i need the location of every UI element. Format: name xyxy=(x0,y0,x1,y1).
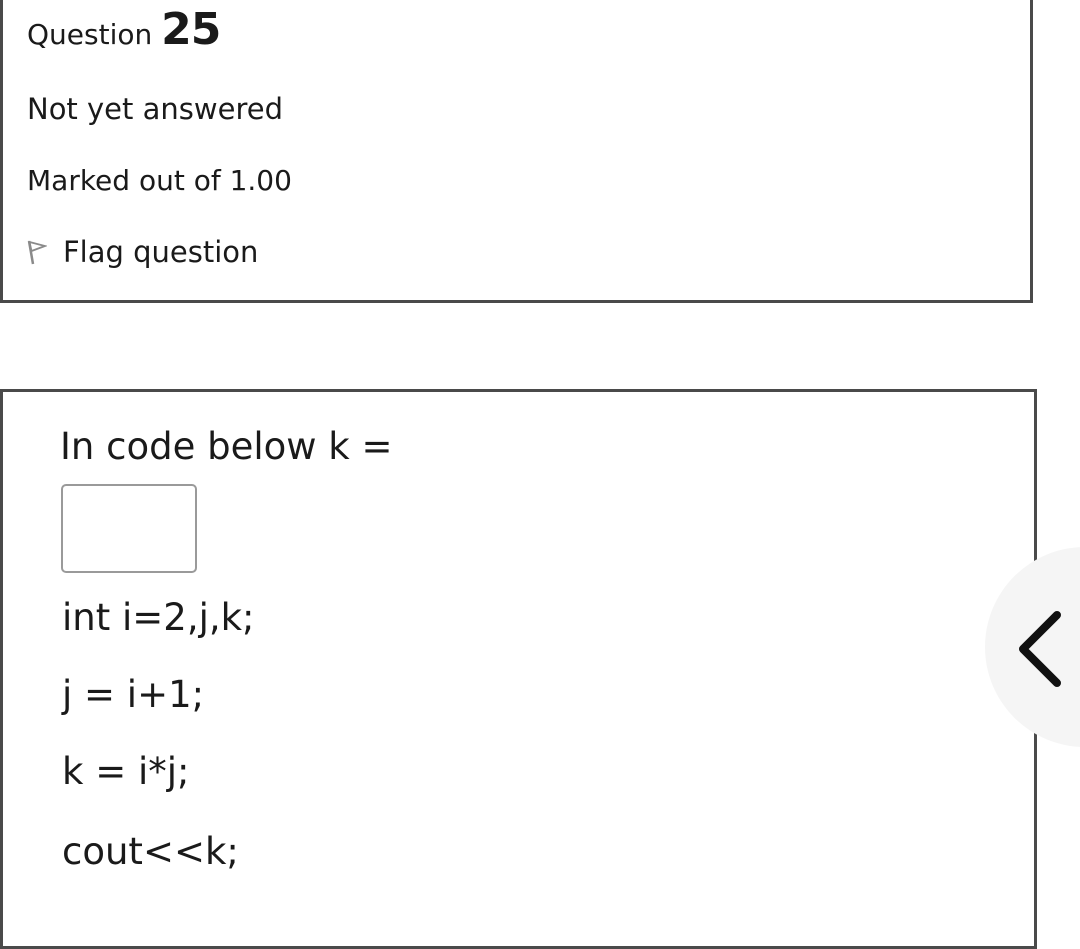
question-text: In code below k = xyxy=(60,425,393,468)
chevron-left-icon xyxy=(1019,611,1061,687)
code-line: cout<<k; xyxy=(62,830,239,873)
flag-question-label: Flag question xyxy=(63,235,259,269)
question-number-value: 25 xyxy=(161,4,221,55)
question-state: Not yet answered xyxy=(27,92,283,126)
question-grade: Marked out of 1.00 xyxy=(27,164,292,197)
code-line: k = i*j; xyxy=(62,750,190,793)
flag-outline-icon xyxy=(27,240,47,265)
question-number: Question 25 xyxy=(27,4,221,55)
code-line: int i=2,j,k; xyxy=(62,596,255,639)
code-line: j = i+1; xyxy=(62,673,205,716)
flag-question-button[interactable]: Flag question xyxy=(27,235,258,269)
question-label: Question xyxy=(27,18,153,51)
answer-input[interactable] xyxy=(61,484,197,573)
